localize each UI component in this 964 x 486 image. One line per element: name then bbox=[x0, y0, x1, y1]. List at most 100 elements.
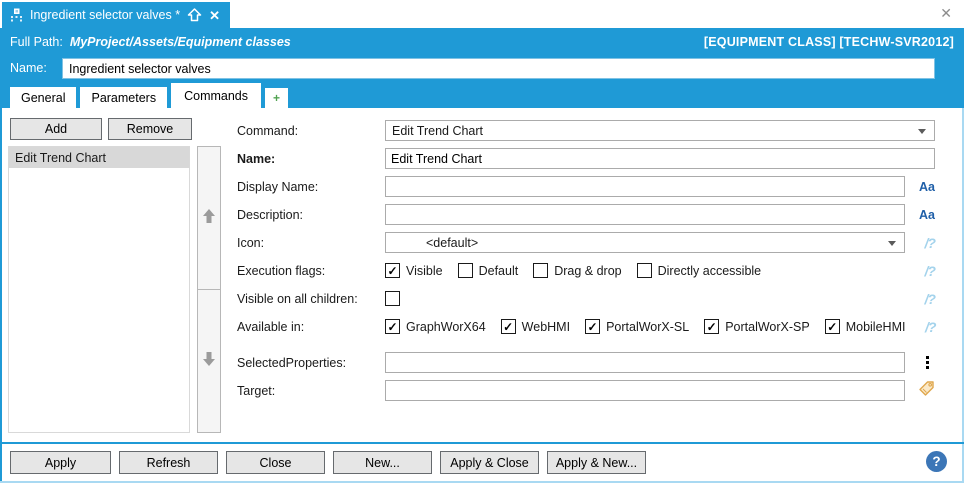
checkbox-default[interactable]: Default bbox=[457, 263, 519, 278]
checkbox-label: Default bbox=[478, 263, 519, 278]
execution-flags-row: Execution flags: Visible Default bbox=[237, 260, 936, 281]
localization-icon[interactable]: Aa bbox=[919, 180, 935, 194]
tab-parameters[interactable]: Parameters bbox=[80, 87, 168, 108]
icon-row: Icon: <default> /? bbox=[237, 232, 936, 253]
description-row: Description: Aa bbox=[237, 204, 935, 225]
apply-button[interactable]: Apply bbox=[10, 451, 111, 474]
help-icon[interactable]: ? bbox=[926, 451, 947, 472]
target-row: Target: bbox=[237, 380, 935, 401]
move-down-button[interactable] bbox=[198, 290, 220, 432]
commands-tab-content: Add Remove Edit Trend Chart Command: Edi… bbox=[2, 108, 962, 442]
document-tab-title: Ingredient selector valves * bbox=[30, 8, 181, 22]
icon-dropdown-value: <default> bbox=[426, 235, 479, 250]
apply-and-new-button[interactable]: Apply & New... bbox=[547, 451, 646, 474]
target-input[interactable] bbox=[385, 380, 905, 401]
checkbox-visible[interactable]: Visible bbox=[385, 263, 443, 278]
visible-on-all-children-label: Visible on all children: bbox=[237, 291, 358, 306]
display-name-input[interactable] bbox=[385, 176, 905, 197]
move-up-button[interactable] bbox=[198, 147, 220, 290]
description-label: Description: bbox=[237, 207, 303, 222]
selected-properties-input[interactable] bbox=[385, 352, 905, 373]
equipment-class-editor-window: Ingredient selector valves * ✕ ✕ Full Pa… bbox=[0, 0, 964, 486]
expression-picker-icon[interactable]: /? bbox=[925, 291, 936, 307]
command-row: Command: Edit Trend Chart bbox=[237, 120, 935, 141]
checkbox-label: PortalWorX-SL bbox=[606, 319, 690, 334]
document-tab-close-icon[interactable]: ✕ bbox=[209, 9, 220, 22]
checkbox-icon[interactable] bbox=[385, 263, 400, 278]
checkbox-icon[interactable] bbox=[585, 319, 601, 334]
checkbox-icon[interactable] bbox=[704, 319, 720, 334]
checkbox-label: Visible bbox=[406, 263, 443, 278]
checkbox-icon[interactable] bbox=[457, 263, 473, 278]
close-button[interactable]: Close bbox=[226, 451, 325, 474]
checkbox-portalworx-sl[interactable]: PortalWorX-SL bbox=[585, 319, 689, 334]
document-tabbar: Ingredient selector valves * ✕ ✕ bbox=[0, 0, 964, 28]
chevron-down-icon bbox=[918, 129, 926, 134]
expression-picker-icon[interactable]: /? bbox=[925, 235, 936, 251]
footer-bar: Apply Refresh Close New... Apply & Close… bbox=[2, 444, 962, 481]
refresh-button[interactable]: Refresh bbox=[119, 451, 218, 474]
icon-dropdown[interactable]: <default> bbox=[385, 232, 905, 253]
reorder-control bbox=[197, 146, 221, 433]
tab-strip: General Parameters Commands + bbox=[0, 82, 964, 108]
command-form: Command: Edit Trend Chart Name: Display … bbox=[237, 120, 937, 408]
remove-command-button[interactable]: Remove bbox=[108, 118, 192, 140]
checkbox-graphworx64[interactable]: GraphWorX64 bbox=[385, 319, 486, 334]
checkbox-icon[interactable] bbox=[824, 319, 840, 334]
window-close-icon[interactable]: ✕ bbox=[940, 6, 952, 20]
full-path-label: Full Path: bbox=[10, 34, 63, 49]
list-item[interactable]: Edit Trend Chart bbox=[9, 147, 189, 168]
more-options-icon[interactable] bbox=[926, 356, 935, 369]
tab-add-new[interactable]: + bbox=[265, 88, 289, 108]
command-name-label: Name: bbox=[237, 151, 276, 166]
equipment-node-icon bbox=[10, 8, 23, 22]
command-name-input[interactable] bbox=[385, 148, 935, 169]
checkbox-icon[interactable] bbox=[500, 319, 516, 334]
checkbox-icon[interactable] bbox=[636, 263, 652, 278]
available-in-row: Available in: GraphWorX64 WebHMI bbox=[237, 316, 937, 337]
add-command-button[interactable]: Add bbox=[10, 118, 102, 140]
selected-properties-row: SelectedProperties: bbox=[237, 352, 935, 373]
context-badges: [EQUIPMENT CLASS] [TECHW-SVR2012] bbox=[703, 34, 954, 49]
checkbox-icon[interactable] bbox=[533, 263, 549, 278]
selected-properties-label: SelectedProperties: bbox=[237, 355, 347, 370]
checkbox-directly-accessible[interactable]: Directly accessible bbox=[636, 263, 762, 278]
document-tab[interactable]: Ingredient selector valves * ✕ bbox=[2, 2, 230, 28]
tab-commands[interactable]: Commands bbox=[171, 83, 262, 108]
up-arrow-icon bbox=[202, 208, 216, 229]
command-name-row: Name: bbox=[237, 148, 935, 169]
checkbox-icon[interactable] bbox=[385, 319, 400, 334]
apply-and-close-button[interactable]: Apply & Close bbox=[440, 451, 539, 474]
execution-flags-label: Execution flags: bbox=[237, 263, 326, 278]
checkbox-webhmi[interactable]: WebHMI bbox=[500, 319, 570, 334]
checkbox-label: Directly accessible bbox=[657, 263, 762, 278]
checkbox-icon[interactable] bbox=[385, 291, 400, 306]
command-dropdown-value: Edit Trend Chart bbox=[392, 123, 484, 138]
equipment-name-input[interactable] bbox=[62, 58, 935, 79]
expression-picker-icon[interactable]: /? bbox=[925, 263, 936, 279]
name-bar: Name: bbox=[0, 55, 964, 82]
down-arrow-icon bbox=[202, 351, 216, 372]
tag-picker-icon[interactable] bbox=[918, 380, 935, 402]
checkbox-drag-and-drop[interactable]: Drag & drop bbox=[533, 263, 622, 278]
checkbox-mobilehmi[interactable]: MobileHMI bbox=[824, 319, 906, 334]
chevron-down-icon bbox=[888, 241, 896, 246]
command-dropdown[interactable]: Edit Trend Chart bbox=[385, 120, 935, 141]
icon-label: Icon: bbox=[237, 235, 265, 250]
checkbox-portalworx-sp[interactable]: PortalWorX-SP bbox=[704, 319, 810, 334]
name-bar-label: Name: bbox=[10, 61, 47, 75]
tab-general[interactable]: General bbox=[10, 87, 77, 108]
new-button[interactable]: New... bbox=[333, 451, 432, 474]
commands-list[interactable]: Edit Trend Chart bbox=[8, 146, 190, 433]
localization-icon[interactable]: Aa bbox=[919, 208, 935, 222]
visible-on-all-children-row: Visible on all children: /? bbox=[237, 288, 936, 309]
full-path: Full Path: MyProject/Assets/Equipment cla… bbox=[10, 35, 291, 49]
target-label: Target: bbox=[237, 383, 276, 398]
checkbox-label: MobileHMI bbox=[845, 319, 906, 334]
expression-picker-icon[interactable]: /? bbox=[925, 319, 936, 335]
checkbox-visible-on-all-children[interactable] bbox=[385, 291, 400, 306]
display-name-row: Display Name: Aa bbox=[237, 176, 935, 197]
checkbox-label: GraphWorX64 bbox=[406, 319, 486, 334]
float-up-icon[interactable] bbox=[187, 8, 202, 22]
description-input[interactable] bbox=[385, 204, 905, 225]
